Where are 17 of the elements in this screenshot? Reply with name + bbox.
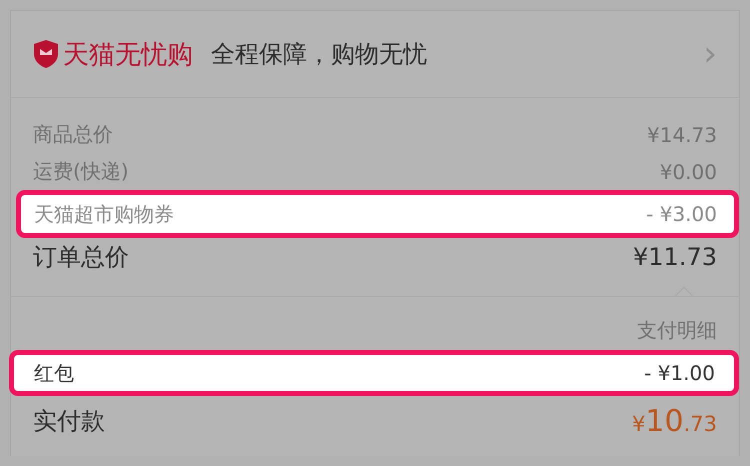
row-label: 天猫超市购物券 <box>34 200 174 228</box>
row-amount: - ¥3.00 <box>646 202 717 226</box>
row-label: 红包 <box>34 360 74 386</box>
paid-label: 实付款 <box>33 406 105 437</box>
row-label: 运费(快递) <box>33 158 129 185</box>
row-label: 商品总价 <box>33 121 113 148</box>
payment-detail-label: 支付明细 <box>637 317 718 344</box>
row-amount: ¥11.73 <box>633 243 717 271</box>
brand-name: 天猫无忧购 <box>63 38 193 72</box>
paid-amount: ¥10.73 <box>632 404 717 438</box>
row-amount: - ¥1.00 <box>644 361 715 385</box>
row-label: 订单总价 <box>33 242 129 273</box>
chevron-icon[interactable]: › <box>703 37 717 71</box>
row-amount: ¥0.00 <box>660 160 717 184</box>
shield-icon <box>33 39 59 69</box>
slogan: 全程保障，购物无忧 <box>211 39 427 70</box>
row-amount: ¥14.73 <box>647 122 717 146</box>
